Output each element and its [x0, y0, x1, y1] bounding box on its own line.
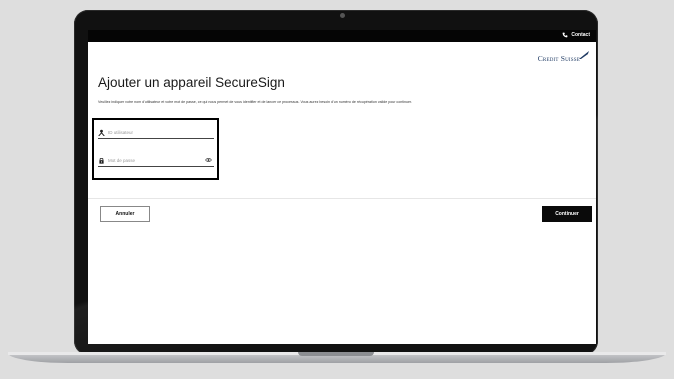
user-icon — [98, 129, 105, 136]
continue-button[interactable]: Continuer — [542, 206, 592, 222]
phone-icon — [562, 32, 568, 38]
page-description: Veuillez indiquer votre nom d'utilisateu… — [98, 100, 413, 104]
credit-suisse-logo: Credit Suisse — [538, 50, 590, 63]
contact-label: Contact — [571, 32, 590, 38]
password-input[interactable] — [108, 157, 198, 163]
logo-text: Credit Suisse — [537, 54, 580, 63]
app-screen: Contact Credit Suisse Ajouter un apparei… — [88, 30, 596, 344]
contact-link[interactable]: Contact — [562, 32, 590, 38]
cancel-button[interactable]: Annuler — [100, 206, 150, 222]
page-title: Ajouter un appareil SecureSign — [98, 75, 285, 90]
sails-icon — [579, 51, 589, 59]
password-field[interactable] — [98, 154, 214, 167]
top-bar: Contact — [88, 30, 596, 42]
section-divider — [88, 198, 596, 199]
webcam-dot — [340, 13, 345, 18]
laptop-opening-notch — [298, 352, 374, 356]
username-field[interactable] — [98, 126, 214, 139]
eye-icon[interactable] — [205, 157, 212, 163]
lock-icon — [99, 157, 104, 164]
username-input[interactable] — [108, 129, 198, 135]
